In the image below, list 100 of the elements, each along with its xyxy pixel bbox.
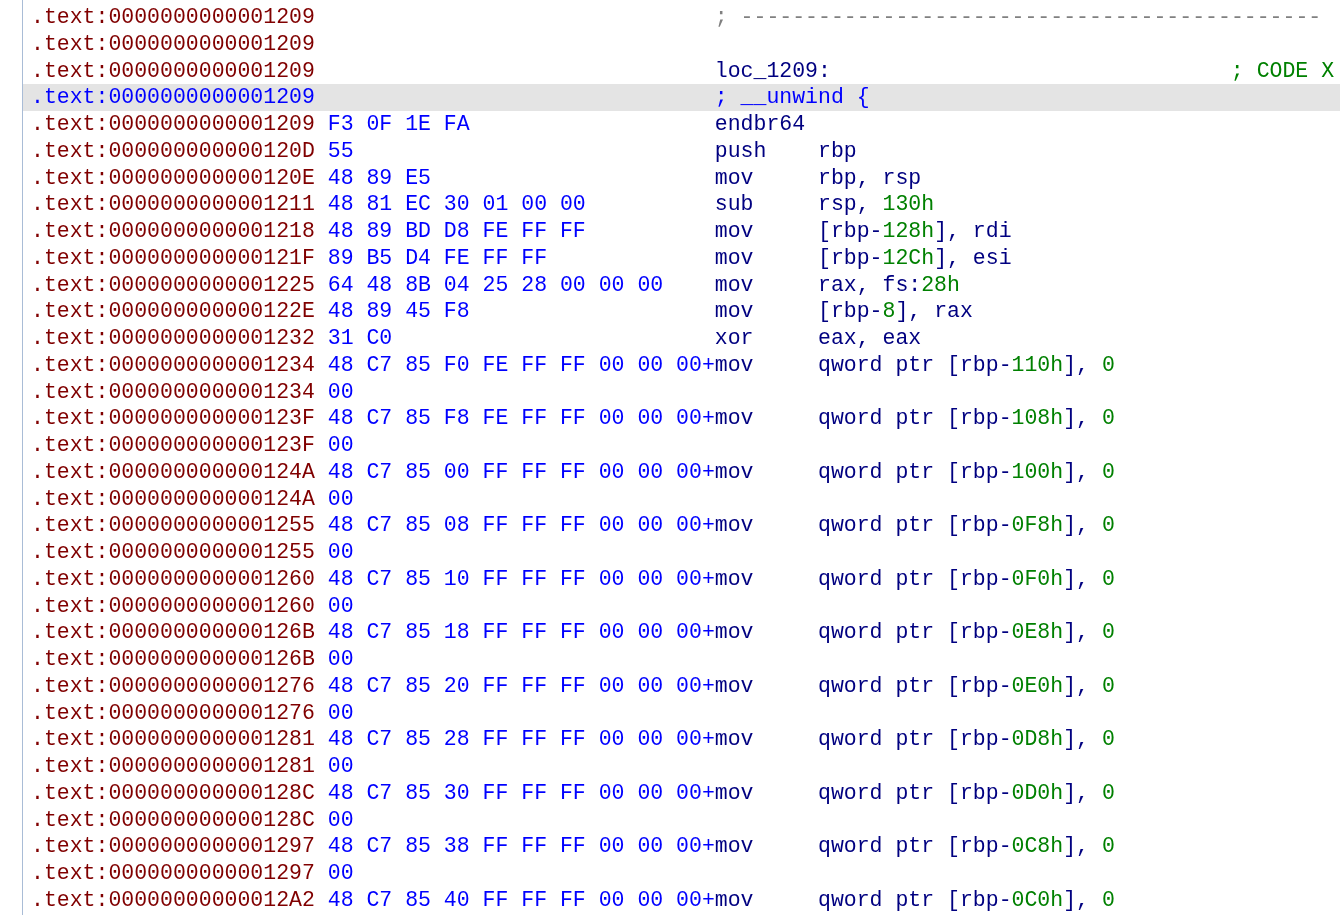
opcode-bytes: 89 B5 D4 FE FF FF [327, 244, 548, 272]
code-label: loc_1209: [714, 57, 831, 85]
disassembly-line[interactable]: .text:000000000000128C 00 [23, 806, 1340, 834]
address-text: .text:000000000000124A [31, 458, 315, 486]
opcode-bytes: 00 [327, 860, 354, 887]
disassembly-line[interactable]: .text:0000000000001281 48 C7 85 28 FF FF FF 00 00 00+mov qword ptr [rbp-0D8h], 0 [23, 726, 1340, 753]
address-text: .text:000000000000128C [31, 806, 315, 834]
opcode-bytes: 00 [327, 378, 354, 406]
instruction-operands: qword ptr [rbp-0E0h], 0 [818, 672, 1115, 700]
opcode-bytes: 48 89 BD D8 FE FF FF [327, 218, 586, 245]
disassembly-line[interactable]: .text:0000000000001234 48 C7 85 F0 FE FF FF 00 00 00+mov qword ptr [rbp-110h], 0 [23, 351, 1340, 379]
opcode-bytes: 00 [327, 806, 354, 834]
instruction-mnemonic: mov [714, 619, 754, 646]
address-text: .text:0000000000001209 [31, 111, 315, 138]
disassembly-line[interactable]: .text:000000000000120E 48 89 E5 mov rbp, rsp [23, 164, 1340, 192]
disassembly-line[interactable]: .text:0000000000001255 48 C7 85 08 FF FF FF 00 00 00+mov qword ptr [rbp-0F8h], 0 [23, 512, 1340, 539]
disassembly-line[interactable]: .text:0000000000001209 [23, 30, 1340, 58]
disassembly-line[interactable]: .text:000000000000124A 00 [23, 485, 1340, 513]
disassembly-line[interactable]: .text:000000000000123F 00 [23, 432, 1340, 459]
opcode-bytes: 31 C0 [327, 325, 393, 352]
address-text: .text:0000000000001260 [31, 565, 315, 593]
opcode-bytes: 48 89 45 F8 [327, 298, 470, 325]
instruction-operands: qword ptr [rbp-0F8h], 0 [818, 512, 1115, 539]
instruction-operands: qword ptr [rbp-108h], 0 [818, 405, 1115, 432]
disassembly-line[interactable]: .text:0000000000001234 00 [23, 378, 1340, 406]
opcode-bytes: 00 [327, 539, 354, 566]
instruction-operands: qword ptr [rbp-110h], 0 [818, 351, 1115, 379]
separator-comment: ; --------------------------------------------- [714, 4, 1322, 31]
disassembly-line[interactable]: .text:0000000000001225 64 48 8B 04 25 28 00 00 00 mov rax, fs:28h [23, 271, 1340, 299]
disassembly-line[interactable]: .text:000000000000122E 48 89 45 F8 mov [rbp-8], rax [23, 298, 1340, 325]
address-text: .text:000000000000121F [31, 244, 315, 272]
address-text: .text:0000000000001209 [31, 57, 315, 85]
address-text: .text:0000000000001209 [31, 84, 315, 111]
disassembly-line[interactable]: .text:0000000000001232 31 C0 xor eax, eax [23, 325, 1340, 352]
opcode-bytes: 48 C7 85 40 FF FF FF 00 00 00+ [327, 886, 715, 914]
address-text: .text:0000000000001225 [31, 271, 315, 299]
disassembly-line[interactable]: .text:0000000000001276 00 [23, 699, 1340, 727]
instruction-mnemonic: mov [714, 405, 754, 432]
address-text: .text:0000000000001297 [31, 860, 315, 887]
disassembly-line[interactable]: .text:0000000000001297 00 [23, 860, 1340, 887]
disassembly-line[interactable]: .text:000000000000120D 55 push rbp [23, 137, 1340, 165]
xref-comment: ; CODE X [1230, 57, 1335, 85]
instruction-mnemonic: mov [714, 458, 754, 486]
instruction-operands: qword ptr [rbp-0C8h], 0 [818, 833, 1115, 860]
instruction-operands: [rbp-128h], rdi [818, 218, 1012, 245]
opcode-bytes: 64 48 8B 04 25 28 00 00 00 [327, 271, 664, 299]
disassembly-line[interactable]: .text:00000000000012A2 48 C7 85 40 FF FF FF 00 00 00+mov qword ptr [rbp-0C0h], 0 [23, 886, 1340, 914]
address-text: .text:000000000000120E [31, 164, 315, 192]
address-text: .text:0000000000001234 [31, 378, 315, 406]
opcode-bytes: F3 0F 1E FA [327, 111, 470, 138]
opcode-bytes: 48 C7 85 28 FF FF FF 00 00 00+ [327, 726, 715, 753]
opcode-bytes: 00 [327, 646, 354, 673]
disassembly-line[interactable]: .text:0000000000001297 48 C7 85 38 FF FF FF 00 00 00+mov qword ptr [rbp-0C8h], 0 [23, 833, 1340, 860]
opcode-bytes: 48 C7 85 38 FF FF FF 00 00 00+ [327, 833, 715, 860]
disassembly-line[interactable]: .text:0000000000001209 loc_1209: ; CODE X [23, 57, 1340, 85]
instruction-mnemonic: mov [714, 726, 754, 753]
disassembly-line[interactable]: .text:0000000000001255 00 [23, 539, 1340, 566]
opcode-bytes: 00 [327, 485, 354, 513]
address-text: .text:0000000000001281 [31, 726, 315, 753]
disassembly-line[interactable]: .text:000000000000124A 48 C7 85 00 FF FF FF 00 00 00+mov qword ptr [rbp-100h], 0 [23, 458, 1340, 486]
address-text: .text:000000000000122E [31, 298, 315, 325]
opcode-bytes: 48 81 EC 30 01 00 00 [327, 191, 586, 218]
opcode-bytes: 00 [327, 699, 354, 727]
address-text: .text:0000000000001260 [31, 592, 315, 620]
opcode-bytes: 48 C7 85 F0 FE FF FF 00 00 00+ [327, 351, 715, 379]
disassembly-line[interactable]: .text:000000000000121F 89 B5 D4 FE FF FF mov [rbp-12Ch], esi [23, 244, 1340, 272]
opcode-bytes: 48 C7 85 10 FF FF FF 00 00 00+ [327, 565, 715, 593]
instruction-operands: qword ptr [rbp-0D8h], 0 [818, 726, 1115, 753]
address-text: .text:0000000000001209 [31, 4, 315, 31]
instruction-mnemonic: xor [714, 325, 754, 352]
instruction-mnemonic: push [714, 137, 767, 165]
instruction-operands: [rbp-8], rax [818, 298, 973, 325]
instruction-operands: qword ptr [rbp-0E8h], 0 [818, 619, 1115, 646]
opcode-bytes: 00 [327, 753, 354, 780]
instruction-mnemonic: mov [714, 244, 754, 272]
opcode-bytes: 48 C7 85 20 FF FF FF 00 00 00+ [327, 672, 715, 700]
disassembly-line[interactable]: .text:0000000000001276 48 C7 85 20 FF FF FF 00 00 00+mov qword ptr [rbp-0E0h], 0 [23, 672, 1340, 700]
disassembly-line[interactable]: .text:000000000000128C 48 C7 85 30 FF FF FF 00 00 00+mov qword ptr [rbp-0D0h], 0 [23, 779, 1340, 807]
opcode-bytes: 48 89 E5 [327, 164, 431, 192]
disassembly-line[interactable]: .text:0000000000001260 48 C7 85 10 FF FF FF 00 00 00+mov qword ptr [rbp-0F0h], 0 [23, 565, 1340, 593]
address-text: .text:0000000000001255 [31, 512, 315, 539]
instruction-mnemonic: mov [714, 565, 754, 593]
instruction-mnemonic: sub [714, 191, 754, 218]
disassembly-line[interactable]: .text:000000000000126B 00 [23, 646, 1340, 673]
disassembly-line[interactable]: .text:000000000000126B 48 C7 85 18 FF FF FF 00 00 00+mov qword ptr [rbp-0E8h], 0 [23, 619, 1340, 646]
instruction-mnemonic: mov [714, 512, 754, 539]
opcode-bytes: 48 C7 85 F8 FE FF FF 00 00 00+ [327, 405, 715, 432]
disassembly-line[interactable]: .text:0000000000001209 ; --------------------------------------------- [23, 4, 1340, 31]
disassembly-line[interactable]: .text:0000000000001209 F3 0F 1E FA endbr64 [23, 111, 1340, 138]
disassembly-line[interactable]: .text:0000000000001211 48 81 EC 30 01 00 00 sub rsp, 130h [23, 191, 1340, 218]
disassembly-line[interactable]: .text:0000000000001218 48 89 BD D8 FE FF FF mov [rbp-128h], rdi [23, 218, 1340, 245]
instruction-operands: rbp, rsp [818, 164, 922, 192]
instruction-mnemonic: mov [714, 886, 754, 914]
address-text: .text:000000000000126B [31, 646, 315, 673]
disassembly-line[interactable]: .text:0000000000001281 00 [23, 753, 1340, 780]
instruction-operands: eax, eax [818, 325, 922, 352]
instruction-mnemonic: mov [714, 218, 754, 245]
disassembly-line[interactable]: .text:000000000000123F 48 C7 85 F8 FE FF FF 00 00 00+mov qword ptr [rbp-108h], 0 [23, 405, 1340, 432]
address-text: .text:0000000000001276 [31, 699, 315, 727]
disassembly-line[interactable]: .text:0000000000001260 00 [23, 592, 1340, 620]
